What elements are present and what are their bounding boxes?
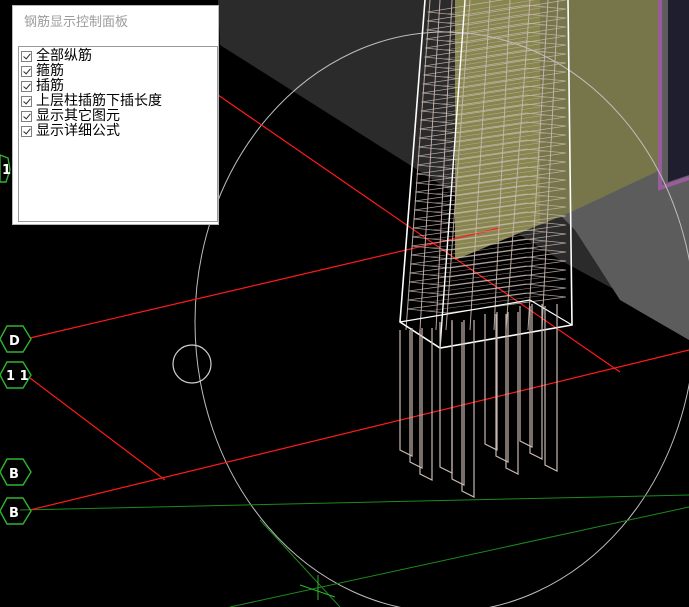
- svg-text:1: 1: [2, 163, 11, 178]
- option-all-longitudinal-bars[interactable]: 全部纵筋: [19, 49, 217, 63]
- axis-bubble-left[interactable]: 1: [0, 154, 11, 183]
- option-dowels[interactable]: 插筋: [19, 79, 217, 93]
- option-stirrups[interactable]: 箍筋: [19, 64, 217, 78]
- checkbox-checked-icon[interactable]: [21, 80, 32, 92]
- option-label: 全部纵筋: [36, 48, 92, 64]
- option-label: 插筋: [36, 78, 64, 94]
- checkbox-checked-icon[interactable]: [21, 50, 32, 62]
- checkbox-checked-icon[interactable]: [21, 65, 32, 77]
- stirrup-tie: [428, 267, 547, 285]
- option-show-other-elements[interactable]: 显示其它图元: [19, 109, 217, 123]
- axis-line-d: [29, 227, 501, 339]
- option-label: 显示详细公式: [36, 123, 120, 139]
- option-label: 上层柱插筋下插长度: [36, 93, 162, 109]
- dowel-bar: [439, 320, 453, 474]
- 3d-viewport[interactable]: 1 D 1 1 B B 钢筋显示控制面板 全部纵筋 箍筋 插筋 上层柱插筋下插长…: [0, 0, 689, 607]
- panel-title: 钢筋显示控制面板: [24, 15, 129, 30]
- column-edge-3: [529, 299, 573, 326]
- axis-bubble-d[interactable]: D: [0, 325, 32, 353]
- option-label: 显示其它图元: [36, 108, 120, 124]
- checkbox-checked-icon[interactable]: [21, 110, 32, 122]
- grid-line-green: [19, 494, 689, 511]
- stirrup-tie: [428, 276, 547, 294]
- svg-text:B: B: [9, 467, 19, 482]
- option-show-detailed-formula[interactable]: 显示详细公式: [19, 124, 217, 138]
- svg-text:D: D: [9, 334, 20, 349]
- axis-line-b: [29, 349, 689, 511]
- option-label: 箍筋: [36, 63, 64, 79]
- option-upper-column-dowel-length[interactable]: 上层柱插筋下插长度: [19, 94, 217, 108]
- grid-line-green-2: [259, 519, 341, 607]
- axis-bubble-b-lower[interactable]: B: [0, 497, 32, 525]
- checkbox-checked-icon[interactable]: [21, 95, 32, 107]
- dowel-bar: [484, 312, 498, 451]
- wall-frame-inner: [668, 0, 689, 182]
- checkbox-checked-icon[interactable]: [21, 125, 32, 137]
- axis-bubble-b-upper[interactable]: B: [0, 458, 32, 486]
- column-edge-2: [399, 299, 531, 323]
- axis-bubble-11[interactable]: 1 1: [0, 361, 32, 389]
- svg-text:1 1: 1 1: [6, 369, 29, 384]
- pivot-circle: [172, 344, 212, 384]
- svg-text:B: B: [9, 506, 19, 521]
- rebar-display-control-panel[interactable]: 钢筋显示控制面板 全部纵筋 箍筋 插筋 上层柱插筋下插长度 显示其它图元 显示详…: [12, 5, 219, 225]
- stirrup-tie: [429, 258, 547, 276]
- options-list: 全部纵筋 箍筋 插筋 上层柱插筋下插长度 显示其它图元 显示详细公式: [18, 46, 218, 222]
- stirrup-tie: [427, 285, 547, 303]
- stirrup-tie: [430, 249, 547, 267]
- axis-line-11: [29, 377, 166, 481]
